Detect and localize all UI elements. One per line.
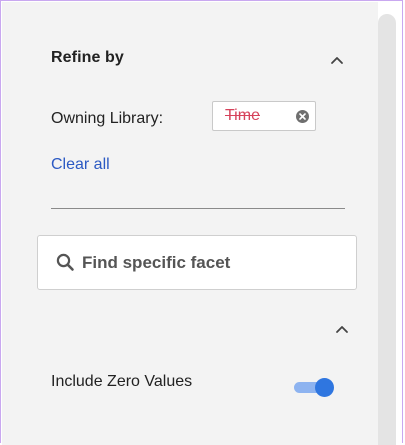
active-filter-label: Owning Library:	[51, 110, 164, 127]
collapse-section-button[interactable]	[332, 322, 352, 336]
facets-panel: Refine by Owning Library: Time Clear all	[2, 2, 378, 445]
collapse-refine-button[interactable]	[327, 53, 347, 67]
chevron-up-icon	[331, 57, 343, 64]
toggle-knob	[315, 378, 334, 397]
search-icon	[56, 253, 75, 272]
include-zero-values-toggle[interactable]	[292, 377, 336, 397]
close-circle-icon	[296, 110, 309, 123]
include-zero-values-label: Include Zero Values	[51, 373, 193, 390]
facet-search-box[interactable]	[37, 235, 357, 290]
remove-filter-button[interactable]	[295, 109, 310, 124]
clear-all-link[interactable]: Clear all	[51, 156, 110, 174]
chevron-up-icon	[336, 326, 348, 333]
active-filter-value: Time	[225, 107, 260, 124]
scrollbar[interactable]	[378, 14, 396, 445]
active-filter-chip[interactable]: Time	[212, 101, 316, 131]
facet-search-input[interactable]	[82, 250, 342, 276]
section-divider	[51, 208, 345, 209]
refine-by-heading: Refine by	[51, 49, 124, 66]
